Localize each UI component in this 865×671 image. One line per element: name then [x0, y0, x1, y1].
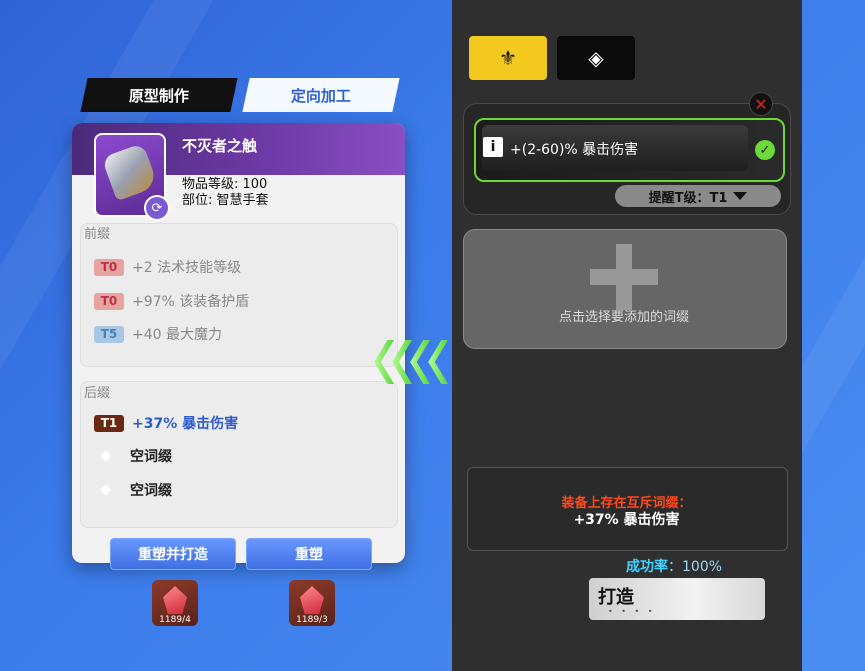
conflict-affix: +37% 暴击伤害	[573, 512, 680, 528]
suffix-affix[interactable]: T1 +37% 暴击伤害	[94, 413, 238, 433]
reforge-button[interactable]: 重塑	[246, 538, 372, 570]
item-meta: 物品等级: 100 部位: 智慧手套	[182, 177, 269, 209]
tier-badge: T0	[94, 292, 124, 310]
success-rate-value: ：100%	[668, 559, 723, 575]
item-card: ⟳ 不灭者之触 物品等级: 100 部位: 智慧手套 前缀 T0 +2 法术技能…	[72, 123, 405, 563]
selected-affix-text: +(2-60)% 暴击伤害	[510, 142, 639, 158]
prefix-affix[interactable]: T5 +40 最大魔力	[94, 324, 222, 344]
success-rate-label: 成功率	[626, 559, 668, 575]
suffix-affix-empty[interactable]: 空词缀	[94, 480, 172, 500]
empty-slot-icon	[100, 450, 112, 462]
forge-button-label: 打造	[598, 587, 634, 608]
tier-badge: T1	[94, 414, 124, 432]
forge-button-decoration: • • • •	[608, 607, 656, 616]
emblem-button[interactable]: ⚜	[469, 36, 547, 80]
material-slot[interactable]: 1189/3	[289, 580, 335, 626]
diamond-arrow-icon: ◈	[588, 46, 604, 70]
prefix-affix[interactable]: T0 +97% 该装备护盾	[94, 291, 249, 311]
tab-prototype-crafting[interactable]: 原型制作	[80, 78, 238, 112]
chevron-left-icon	[374, 340, 394, 384]
material-count: 1189/3	[296, 615, 328, 625]
gauntlet-graphic	[101, 142, 159, 202]
close-icon[interactable]: ✕	[749, 92, 773, 116]
check-icon: ✓	[755, 140, 775, 160]
material-slot[interactable]: 1189/4	[152, 580, 198, 626]
remind-tier-label: 提醒T级：T1	[648, 190, 728, 206]
tab-directed-processing[interactable]: 定向加工	[242, 78, 400, 112]
affix-text: +37% 暴击伤害	[132, 416, 239, 432]
diamond-button[interactable]: ◈	[557, 36, 635, 80]
tier-badge: T5	[94, 325, 124, 343]
item-slot: 部位: 智慧手套	[182, 193, 269, 208]
refresh-icon[interactable]: ⟳	[144, 195, 170, 221]
remind-tier-dropdown[interactable]: 提醒T级：T1	[615, 185, 781, 207]
affix-text: +40 最大魔力	[132, 327, 222, 343]
material-count: 1189/4	[159, 615, 191, 625]
affix-text: +97% 该装备护盾	[132, 294, 250, 310]
chevron-down-icon	[733, 192, 748, 200]
trident-emblem-icon: ⚜	[499, 46, 517, 70]
chevron-left-icon	[410, 340, 430, 384]
tier-badge: T0	[94, 258, 124, 276]
reforge-and-craft-button[interactable]: 重塑并打造	[110, 538, 236, 570]
affix-text: 空词缀	[130, 449, 172, 465]
info-icon[interactable]: i	[483, 137, 503, 157]
tab-label: 定向加工	[290, 86, 351, 105]
prefix-title: 前缀	[84, 227, 111, 242]
empty-slot-icon	[100, 484, 112, 496]
crystal-icon	[163, 586, 187, 614]
tab-label: 原型制作	[128, 86, 189, 105]
gauntlet-icon[interactable]: ⟳	[94, 133, 170, 221]
affix-text: +2 法术技能等级	[132, 260, 242, 276]
item-level: 物品等级: 100	[182, 177, 268, 192]
prefix-affix[interactable]: T0 +2 法术技能等级	[94, 257, 241, 277]
suffix-title: 后缀	[84, 386, 111, 401]
success-rate: 成功率：100%	[626, 556, 722, 576]
chevron-left-icon	[392, 340, 412, 384]
add-affix-hint: 点击选择要添加的词缀	[558, 310, 689, 325]
suffix-affix-empty[interactable]: 空词缀	[94, 446, 172, 466]
transfer-arrow-icon	[372, 340, 452, 384]
plus-icon	[616, 244, 632, 310]
chevron-left-icon	[428, 340, 448, 384]
crystal-icon	[300, 586, 324, 614]
affix-text: 空词缀	[130, 483, 172, 499]
item-name: 不灭者之触	[182, 137, 258, 155]
